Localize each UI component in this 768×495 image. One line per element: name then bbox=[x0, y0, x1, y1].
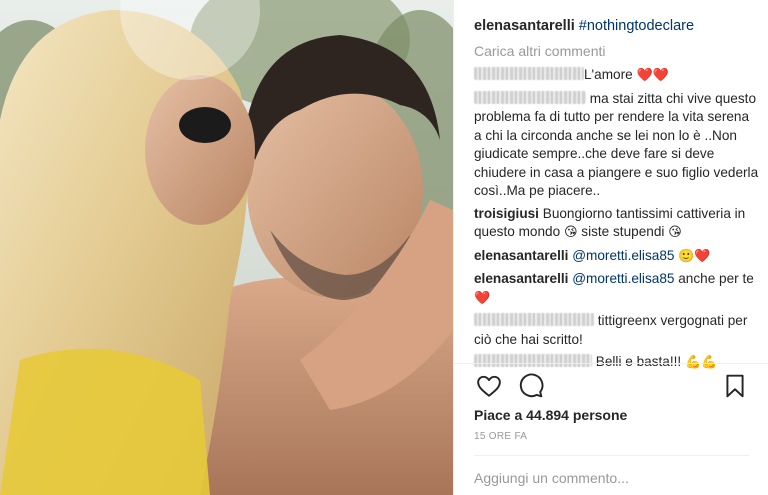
comment-mention[interactable]: @moretti.elisa85 bbox=[572, 271, 674, 286]
heart-emoji: ❤️❤️ bbox=[636, 68, 669, 83]
heart-outline-icon bbox=[477, 375, 501, 397]
couple-selfie-image bbox=[0, 0, 453, 495]
comment-mention[interactable]: @moretti.elisa85 bbox=[572, 248, 674, 263]
actions-divider bbox=[454, 363, 768, 364]
comment-text: anche per te bbox=[678, 271, 754, 286]
save-button[interactable] bbox=[722, 373, 748, 399]
comment-username[interactable]: elenasantarelli bbox=[474, 248, 568, 263]
comment-username[interactable]: elenasantarelli bbox=[474, 271, 568, 286]
likes-count[interactable]: Piace a 44.894 persone bbox=[474, 407, 627, 423]
smile-heart-emoji: 🙂❤️ bbox=[678, 248, 711, 264]
comment-text: ma stai zitta chi vive questo problema f… bbox=[474, 90, 759, 199]
comment-item: elenasantarelli @moretti.elisa85 anche p… bbox=[474, 270, 759, 308]
post-caption: elenasantarelli #nothingtodeclare bbox=[474, 18, 694, 34]
comment-text: Belli e basta!!! bbox=[595, 354, 682, 369]
post-side-panel: elenasantarelli #nothingtodeclare Carica … bbox=[453, 0, 768, 495]
post-timestamp: 15 ORE FA bbox=[474, 431, 528, 442]
load-more-comments-link[interactable]: Carica altri commenti bbox=[474, 43, 605, 59]
blurred-username bbox=[474, 67, 584, 80]
comment-text: siste stupendi bbox=[581, 224, 665, 239]
blurred-username bbox=[474, 354, 592, 367]
add-comment-input[interactable] bbox=[474, 468, 749, 488]
comment-text: L'amore bbox=[584, 67, 633, 82]
caption-hashtag[interactable]: #nothingtodeclare bbox=[579, 18, 694, 34]
blurred-username bbox=[474, 90, 586, 104]
comment-item: L'amore ❤️❤️ bbox=[474, 66, 759, 86]
comment-item: ma stai zitta chi vive questo problema f… bbox=[474, 90, 759, 201]
comment-username[interactable]: troisigiusi bbox=[474, 206, 539, 221]
comment-button[interactable] bbox=[518, 373, 544, 399]
post-author-username[interactable]: elenasantarelli bbox=[474, 18, 575, 34]
comment-item: troisigiusi Buongiorno tantissimi cattiv… bbox=[474, 205, 759, 243]
blurred-username bbox=[474, 313, 594, 326]
comment-bubble-icon bbox=[519, 373, 544, 398]
bookmark-icon bbox=[726, 374, 744, 398]
add-comment-divider bbox=[474, 455, 749, 456]
comment-item: elenasantarelli @moretti.elisa85 🙂❤️ bbox=[474, 247, 759, 267]
comments-list: L'amore ❤️❤️ ma stai zitta chi vive ques… bbox=[474, 66, 759, 377]
post-photo[interactable] bbox=[0, 0, 453, 495]
comment-item: tittigreenx vergognati per ciò che hai s… bbox=[474, 312, 759, 349]
kiss-emoji: 😘 bbox=[563, 225, 578, 240]
heart-emoji: ❤️ bbox=[474, 290, 491, 306]
kiss-emoji: 😘 bbox=[668, 225, 682, 240]
like-button[interactable] bbox=[476, 373, 502, 399]
